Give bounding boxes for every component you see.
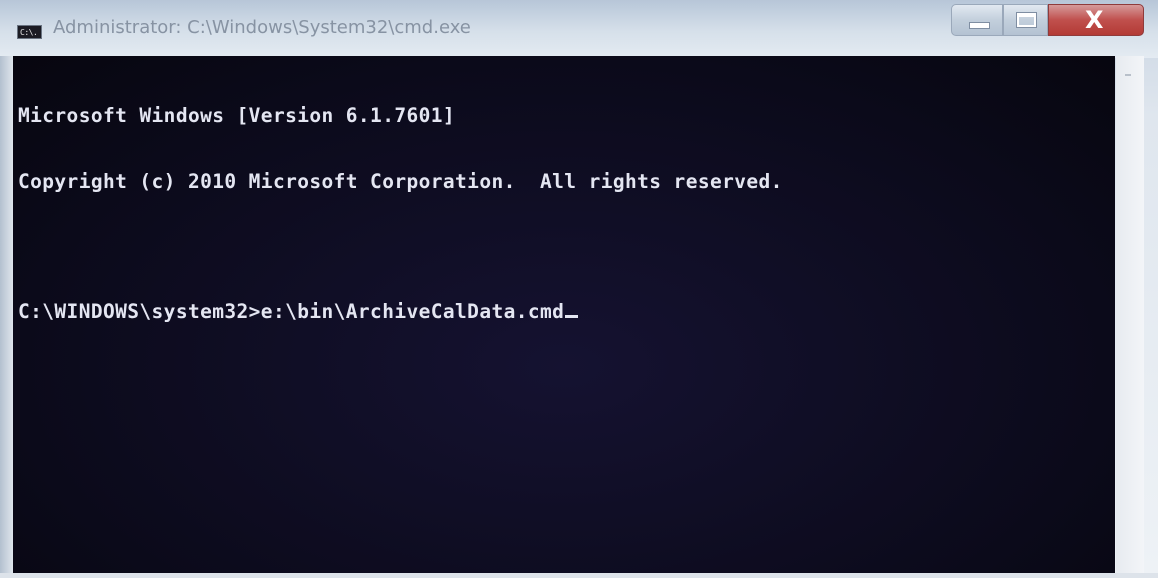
window-frame-bottom (0, 573, 1158, 578)
console-prompt-line[interactable]: C:\WINDOWS\system32>e:\bin\ArchiveCalDat… (18, 301, 783, 323)
console-line-version: Microsoft Windows [Version 6.1.7601] (18, 104, 456, 127)
window-title: Administrator: C:\Windows\System32\cmd.e… (53, 17, 471, 38)
close-button[interactable]: X (1048, 4, 1144, 36)
maximize-icon (1016, 12, 1037, 28)
console-window: C:\. Administrator: C:\Windows\System32\… (0, 0, 1158, 578)
console-line-blank (18, 237, 783, 257)
caption-buttons: X (951, 4, 1144, 38)
cmd-app-icon[interactable]: C:\. (17, 25, 42, 39)
close-icon: X (1085, 6, 1104, 34)
title-bar[interactable]: C:\. Administrator: C:\Windows\System32\… (0, 0, 1158, 58)
minimize-button[interactable] (951, 4, 1003, 36)
vertical-scrollbar[interactable] (1116, 56, 1144, 573)
scroll-up-icon[interactable] (1125, 74, 1131, 76)
window-frame-left (0, 56, 13, 578)
maximize-button[interactable] (1003, 4, 1048, 36)
console-command: C:\WINDOWS\system32>e:\bin\ArchiveCalDat… (18, 300, 565, 323)
minimize-icon (969, 22, 990, 29)
console-line-copyright: Copyright (c) 2010 Microsoft Corporation… (18, 170, 783, 193)
text-cursor (565, 315, 579, 318)
console-output[interactable]: Microsoft Windows [Version 6.1.7601] Cop… (13, 56, 1115, 573)
console-text-area[interactable]: Microsoft Windows [Version 6.1.7601] Cop… (18, 61, 783, 367)
